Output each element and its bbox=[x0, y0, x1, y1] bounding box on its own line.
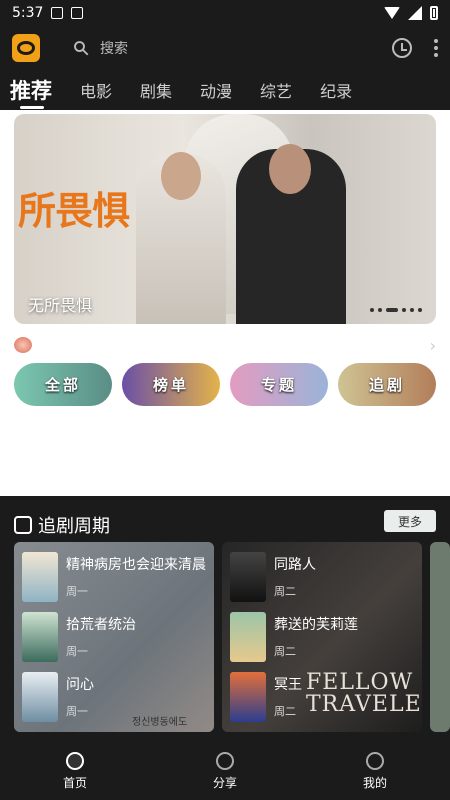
show-thumbnail bbox=[230, 672, 266, 722]
top-bar: 搜索 bbox=[0, 26, 450, 70]
schedule-card-tuesday[interactable]: FELLOW TRAVELERS 同路人 周二 葬送的芙莉莲 周二 冥王 周二 bbox=[222, 542, 422, 732]
show-day: 周二 bbox=[274, 645, 296, 658]
category-pills: 全部 榜单 专题 追剧 bbox=[14, 363, 436, 406]
battery-icon bbox=[430, 6, 438, 20]
show-day: 周一 bbox=[66, 585, 88, 598]
app-notification-icon bbox=[71, 7, 84, 19]
history-icon[interactable] bbox=[392, 38, 412, 58]
schedule-item[interactable]: 冥王 周二 bbox=[230, 672, 302, 722]
show-thumbnail bbox=[22, 552, 58, 602]
schedule-item[interactable]: 精神病房也会迎来清晨 周一 bbox=[22, 552, 206, 602]
show-day: 周二 bbox=[274, 585, 296, 598]
banner-actress-image bbox=[136, 152, 226, 324]
show-day: 周一 bbox=[66, 645, 88, 658]
schedule-card-monday[interactable]: 精神病房也会迎来清晨 周一 拾荒者统治 周一 问心 周一 정신병동에도 bbox=[14, 542, 214, 732]
blank-ad-area bbox=[0, 424, 450, 496]
show-thumbnail bbox=[230, 612, 266, 662]
tab-anime[interactable]: 动漫 bbox=[200, 78, 232, 102]
image-notification-icon bbox=[51, 7, 64, 19]
playback-help-notice[interactable]: 视频无法播放? 卡顿? 闪屏? › bbox=[14, 334, 436, 356]
banner-poster-title: 所畏惧 bbox=[18, 188, 130, 233]
search-bar[interactable]: 搜索 bbox=[72, 38, 128, 58]
category-following-button[interactable]: 追剧 bbox=[338, 363, 436, 406]
show-day: 周一 bbox=[66, 705, 88, 718]
banner-actor-image bbox=[236, 144, 346, 324]
show-title: 拾荒者统治 bbox=[66, 617, 136, 633]
show-thumbnail bbox=[22, 612, 58, 662]
share-icon bbox=[216, 751, 234, 770]
banner-caption: 无所畏惧 bbox=[28, 296, 93, 315]
nav-profile-label: 我的 bbox=[362, 775, 387, 790]
poster-text: 정신병동에도 bbox=[132, 717, 188, 728]
show-title: 同路人 bbox=[274, 557, 316, 573]
home-icon bbox=[66, 751, 84, 770]
nav-profile[interactable]: 我的 bbox=[335, 751, 415, 791]
show-thumbnail bbox=[22, 672, 58, 722]
search-icon bbox=[74, 41, 89, 56]
category-tabs: 推荐 电影 剧集 动漫 综艺 纪录 bbox=[0, 70, 450, 110]
show-thumbnail bbox=[230, 552, 266, 602]
category-topics-button[interactable]: 专题 bbox=[230, 363, 328, 406]
search-placeholder: 搜索 bbox=[100, 41, 128, 57]
wifi-icon bbox=[384, 7, 400, 19]
status-time: 5:37 bbox=[12, 5, 44, 21]
tab-series[interactable]: 剧集 bbox=[140, 78, 172, 102]
calendar-icon bbox=[14, 516, 32, 534]
tab-recommend[interactable]: 推荐 bbox=[10, 75, 52, 109]
poster-text: FELLOW TRAVELERS bbox=[306, 670, 422, 717]
category-ranking-button[interactable]: 榜单 bbox=[122, 363, 220, 406]
schedule-item[interactable]: 拾荒者统治 周一 bbox=[22, 612, 136, 662]
banner-pagination bbox=[370, 308, 422, 312]
category-all-button[interactable]: 全部 bbox=[14, 363, 112, 406]
notice-text: 视频无法播放? 卡顿? 闪屏? bbox=[38, 338, 210, 354]
profile-icon bbox=[366, 751, 384, 770]
tab-documentary[interactable]: 纪录 bbox=[320, 78, 352, 102]
nav-share[interactable]: 分享 bbox=[185, 751, 265, 791]
schedule-more-button[interactable]: 更多 bbox=[384, 510, 436, 532]
schedule-title: 追剧周期 bbox=[38, 516, 110, 537]
nav-share-label: 分享 bbox=[212, 775, 237, 790]
show-title: 葬送的芙莉莲 bbox=[274, 617, 358, 633]
bottom-navigation: 首页 分享 我的 bbox=[0, 742, 450, 800]
show-day: 周二 bbox=[274, 705, 296, 718]
schedule-item[interactable]: 问心 周一 bbox=[22, 672, 94, 722]
sad-face-icon bbox=[14, 337, 32, 353]
signal-icon bbox=[408, 6, 422, 20]
app-logo[interactable] bbox=[12, 34, 40, 62]
show-title: 精神病房也会迎来清晨 bbox=[66, 557, 206, 573]
featured-banner[interactable]: 所畏惧 无所畏惧 bbox=[14, 114, 436, 324]
show-title: 冥王 bbox=[274, 677, 302, 693]
chevron-right-icon: › bbox=[429, 335, 436, 355]
nav-home-label: 首页 bbox=[62, 775, 87, 790]
status-bar: 5:37 bbox=[0, 0, 450, 26]
tab-movie[interactable]: 电影 bbox=[80, 78, 112, 102]
more-options-icon[interactable] bbox=[434, 39, 438, 57]
schedule-item[interactable]: 葬送的芙莉莲 周二 bbox=[230, 612, 358, 662]
show-title: 问心 bbox=[66, 677, 94, 693]
tab-variety[interactable]: 综艺 bbox=[260, 78, 292, 102]
schedule-card-next-peek[interactable] bbox=[430, 542, 450, 732]
schedule-item[interactable]: 同路人 周二 bbox=[230, 552, 316, 602]
nav-home[interactable]: 首页 bbox=[35, 751, 115, 791]
